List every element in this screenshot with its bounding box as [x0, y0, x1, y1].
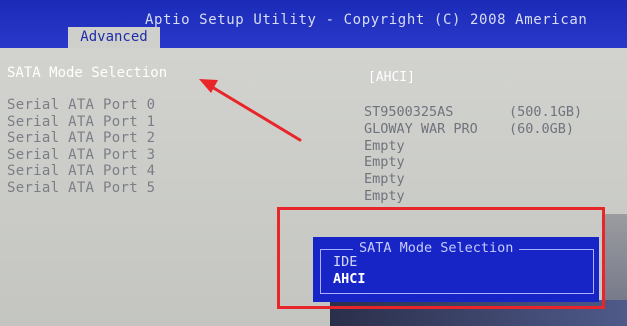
popup-title: SATA Mode Selection	[353, 240, 520, 256]
sata-mode-popup: SATA Mode Selection IDE AHCI	[313, 237, 599, 302]
option-ahci[interactable]: AHCI	[333, 271, 366, 287]
option-ide[interactable]: IDE	[333, 254, 357, 270]
